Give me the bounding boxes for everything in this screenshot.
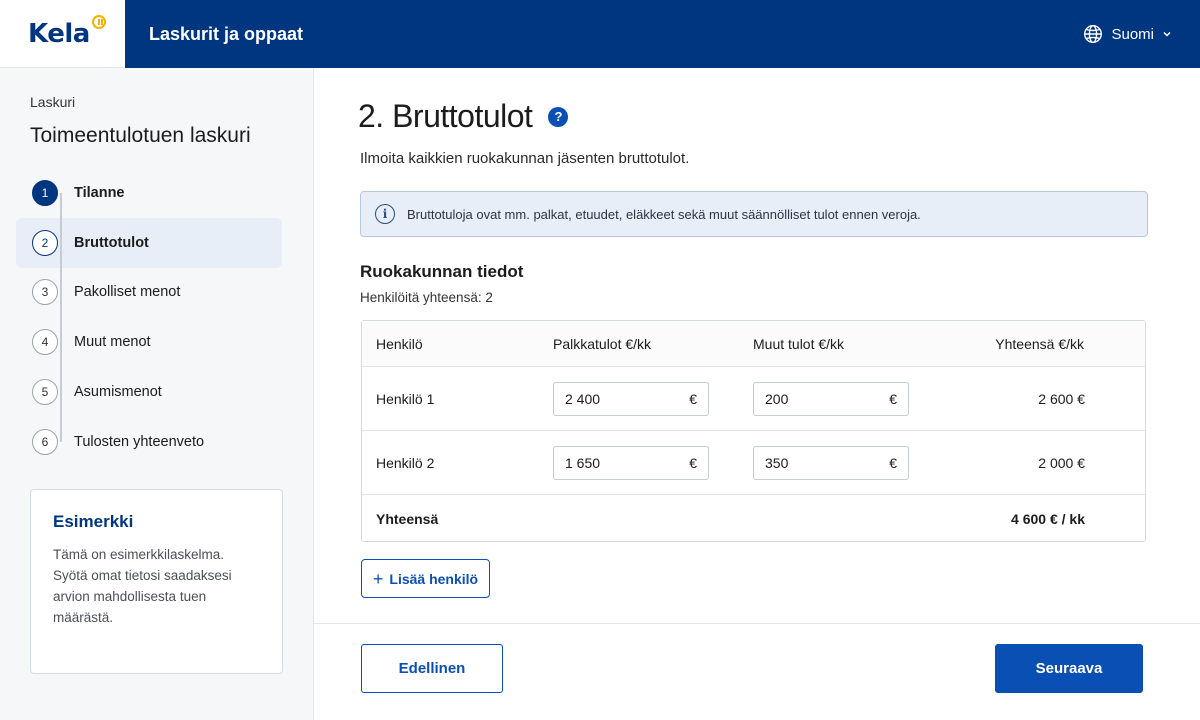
step-number: 6 <box>32 428 58 455</box>
logo-text: Kela <box>28 18 90 49</box>
other-income-value: 350 <box>765 455 789 471</box>
step-bruttotulot[interactable]: 2 Bruttotulot <box>16 217 282 268</box>
currency-suffix: € <box>889 391 897 407</box>
step-label: Tulosten yhteenveto <box>74 433 205 450</box>
person-name: Henkilö 2 <box>376 454 435 471</box>
table-row: Henkilö 1 2 400 € 200 € 2 600 € <box>362 367 1145 431</box>
breadcrumb[interactable]: Laskuri <box>30 94 75 110</box>
add-person-label: Lisää henkilö <box>389 570 479 587</box>
previous-button[interactable]: Edellinen <box>361 644 503 693</box>
section-subtitle: Henkilöitä yhteensä: 2 <box>360 290 493 305</box>
grand-total: 4 600 € / kk <box>1011 510 1085 527</box>
income-table: Henkilö Palkkatulot €/kk Muut tulot €/kk… <box>361 320 1146 542</box>
step-label: Pakolliset menot <box>74 284 181 301</box>
step-muut-menot[interactable]: 4 Muut menot <box>16 317 282 368</box>
person-name: Henkilö 1 <box>376 390 435 407</box>
section-title: Ruokakunnan tiedot <box>360 262 524 281</box>
site-title[interactable]: Laskurit ja oppaat <box>149 24 303 45</box>
page-heading: 2. Bruttotulot <box>358 98 533 134</box>
example-box: Esimerkki Tämä on esimerkkilaskelma. Syö… <box>30 489 283 674</box>
step-label: Bruttotulot <box>74 234 149 251</box>
language-label: Suomi <box>1111 25 1154 43</box>
column-header-other: Muut tulot €/kk <box>753 335 845 352</box>
globe-icon <box>1083 24 1103 44</box>
row-total: 2 600 € <box>1038 390 1085 407</box>
page-title: 2. Bruttotulot ? <box>358 98 569 135</box>
currency-suffix: € <box>889 455 897 471</box>
step-number: 5 <box>32 379 58 406</box>
lead-text: Ilmoita kaikkien ruokakunnan jäsenten br… <box>360 150 690 167</box>
column-header-total: Yhteensä €/kk <box>995 335 1084 352</box>
top-bar: Laskurit ja oppaat Suomi <box>125 0 1200 68</box>
step-label: Muut menot <box>74 334 151 351</box>
step-list: 1 Tilanne 2 Bruttotulot 3 Pakolliset men… <box>16 168 282 467</box>
step-connector <box>60 416 62 442</box>
salary-value: 1 650 <box>565 455 601 471</box>
other-income-input[interactable]: 350 € <box>753 446 909 480</box>
main-content: 2. Bruttotulot ? Ilmoita kaikkien ruokak… <box>314 68 1200 720</box>
step-connector <box>60 267 62 318</box>
step-number: 2 <box>32 229 58 256</box>
column-header-salary: Palkkatulot €/kk <box>553 335 652 352</box>
step-tulosten-yhteenveto[interactable]: 6 Tulosten yhteenveto <box>16 416 282 467</box>
help-icon[interactable]: ? <box>548 106 569 127</box>
salary-value: 2 400 <box>565 391 601 407</box>
add-person-button[interactable]: + Lisää henkilö <box>361 559 490 598</box>
example-text: Tämä on esimerkkilaskelma. Syötä omat ti… <box>53 547 232 625</box>
step-connector <box>60 217 62 268</box>
step-label: Asumismenot <box>74 384 162 401</box>
language-selector[interactable]: Suomi <box>1083 24 1172 44</box>
step-number: 4 <box>32 329 58 356</box>
step-number: 3 <box>32 279 58 306</box>
logo-mark-icon <box>91 14 106 29</box>
next-button[interactable]: Seuraava <box>995 644 1143 693</box>
info-icon: i <box>375 204 395 224</box>
info-notice: i Bruttotuloja ovat mm. palkat, etuudet,… <box>360 191 1148 237</box>
column-header-person: Henkilö <box>376 335 423 352</box>
table-total-row: Yhteensä 4 600 € / kk <box>362 495 1145 542</box>
other-income-value: 200 <box>765 391 789 407</box>
salary-input[interactable]: 2 400 € <box>553 382 709 416</box>
chevron-down-icon <box>1162 29 1172 39</box>
table-row: Henkilö 2 1 650 € 350 € 2 000 € <box>362 431 1145 495</box>
calculator-title: Toimeentulotuen laskuri <box>30 124 251 147</box>
currency-suffix: € <box>689 391 697 407</box>
step-label: Tilanne <box>74 184 125 201</box>
salary-input[interactable]: 1 650 € <box>553 446 709 480</box>
info-text: Bruttotuloja ovat mm. palkat, etuudet, e… <box>407 206 921 222</box>
other-income-input[interactable]: 200 € <box>753 382 909 416</box>
form-footer: Edellinen Seuraava <box>314 623 1200 720</box>
sidebar: Laskuri Toimeentulotuen laskuri 1 Tilann… <box>0 68 314 720</box>
plus-icon: + <box>372 568 384 589</box>
table-header-row: Henkilö Palkkatulot €/kk Muut tulot €/kk… <box>362 321 1145 367</box>
kela-logo[interactable]: Kela <box>0 0 125 68</box>
step-pakolliset-menot[interactable]: 3 Pakolliset menot <box>16 267 282 318</box>
step-connector <box>60 367 62 417</box>
step-number: 1 <box>32 179 58 206</box>
total-label: Yhteensä <box>376 510 439 527</box>
step-connector <box>60 317 62 368</box>
example-title: Esimerkki <box>53 512 134 531</box>
step-asumismenot[interactable]: 5 Asumismenot <box>16 367 282 417</box>
currency-suffix: € <box>689 455 697 471</box>
step-tilanne[interactable]: 1 Tilanne <box>16 168 282 243</box>
row-total: 2 000 € <box>1038 454 1085 471</box>
header: Kela Laskurit ja oppaat Suomi <box>0 0 1200 68</box>
